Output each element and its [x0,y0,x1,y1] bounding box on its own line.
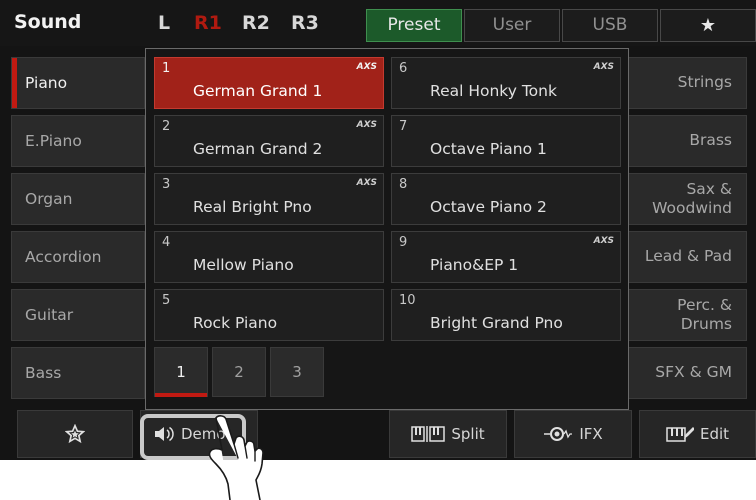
page-title: Sound [14,11,82,33]
category-label: Organ [25,190,73,208]
axs-badge: AXS [593,236,614,246]
axs-badge: AXS [593,62,614,72]
active-indicator [12,58,17,108]
voice-name: Piano&EP 1 [430,256,519,274]
top-bar: Sound L R1 R2 R3 Preset User USB ★ [0,0,756,46]
tapping-hand-icon [208,415,264,500]
active-page-indicator [155,393,207,397]
star-icon [65,424,85,444]
category-label: Sax & Woodwind [652,180,732,219]
voice-number: 10 [399,293,416,308]
category-brass[interactable]: Brass [613,115,747,167]
voice-name: German Grand 2 [193,140,323,158]
voice-name: Octave Piano 1 [430,140,547,158]
voice-name: German Grand 1 [193,82,323,100]
voice-item-2[interactable]: 2 AXS German Grand 2 [154,115,384,167]
sound-screen: Sound L R1 R2 R3 Preset User USB ★ Piano… [0,0,756,460]
registration-l[interactable]: L [158,12,170,34]
category-label: Lead & Pad [644,247,732,266]
category-label: Perc. & Drums [677,296,732,335]
category-label-line2: Woodwind [652,199,732,217]
category-label: Guitar [25,306,74,324]
voice-item-5[interactable]: 5 Rock Piano [154,289,384,341]
tab-preset[interactable]: Preset [366,9,462,42]
voice-name: Rock Piano [193,314,278,332]
voice-number: 7 [399,119,408,134]
category-label-line1: Sax & [686,179,732,198]
voice-list-popup: 1 AXS German Grand 1 2 AXS German Grand … [145,48,629,410]
voice-item-8[interactable]: 8 Octave Piano 2 [391,173,621,225]
edit-button[interactable]: Edit [639,410,756,458]
voice-number: 5 [162,293,171,308]
edit-keyboard-icon [666,427,694,442]
split-label: Split [451,425,485,443]
voice-name: Mellow Piano [193,256,294,274]
axs-badge: AXS [356,120,377,130]
category-organ[interactable]: Organ [11,173,145,225]
category-accordion[interactable]: Accordion [11,231,145,283]
voice-name: Octave Piano 2 [430,198,547,216]
voice-name: Real Honky Tonk [430,82,557,100]
tab-usb[interactable]: USB [562,9,658,42]
category-label: SFX & GM [655,363,732,382]
bottom-toolbar: Demo Split IFX Edit [0,410,756,460]
voice-item-10[interactable]: 10 Bright Grand Pno [391,289,621,341]
page-tab-1[interactable]: 1 [154,347,208,397]
category-label: Piano [25,74,68,92]
ifx-button[interactable]: IFX [514,410,632,458]
category-sfx-gm[interactable]: SFX & GM [613,347,747,399]
tab-favorites[interactable]: ★ [660,9,756,42]
voice-number: 4 [162,235,171,250]
category-lead-pad[interactable]: Lead & Pad [613,231,747,283]
category-piano[interactable]: Piano [11,57,145,109]
voice-number: 1 [162,61,171,76]
page-tab-2[interactable]: 2 [212,347,266,397]
voice-item-7[interactable]: 7 Octave Piano 1 [391,115,621,167]
category-e-piano[interactable]: E.Piano [11,115,145,167]
category-sax-woodwind[interactable]: Sax & Woodwind [613,173,747,225]
voice-item-1[interactable]: 1 AXS German Grand 1 [154,57,384,109]
registration-r1[interactable]: R1 [194,12,222,34]
star-icon: ★ [699,15,717,36]
voice-number: 2 [162,119,171,134]
ifx-label: IFX [579,425,603,443]
split-button[interactable]: Split [389,410,507,458]
page-tab-3[interactable]: 3 [270,347,324,397]
voice-number: 6 [399,61,408,76]
edit-label: Edit [699,425,730,443]
favorite-button[interactable] [17,410,133,458]
axs-badge: AXS [356,62,377,72]
category-strings[interactable]: Strings [613,57,747,109]
category-label: Brass [689,131,732,150]
category-label-line1: Perc. & [677,295,732,314]
voice-name: Bright Grand Pno [430,314,563,332]
tab-user[interactable]: User [464,9,560,42]
voice-number: 9 [399,235,408,250]
category-label: Accordion [25,248,102,266]
page-number: 1 [176,363,186,381]
voice-number: 3 [162,177,171,192]
category-label: Strings [677,73,732,92]
category-label: Bass [25,364,62,382]
registration-r3[interactable]: R3 [291,12,319,34]
category-bass[interactable]: Bass [11,347,145,399]
category-guitar[interactable]: Guitar [11,289,145,341]
knob-icon [544,427,573,441]
keyboard-split-icon [411,426,446,442]
category-perc-drums[interactable]: Perc. & Drums [613,289,747,341]
voice-item-9[interactable]: 9 AXS Piano&EP 1 [391,231,621,283]
category-label: E.Piano [25,132,82,150]
voice-number: 8 [399,177,408,192]
voice-item-4[interactable]: 4 Mellow Piano [154,231,384,283]
voice-name: Real Bright Pno [193,198,312,216]
axs-badge: AXS [356,178,377,188]
page-number: 2 [234,363,244,381]
voice-item-3[interactable]: 3 AXS Real Bright Pno [154,173,384,225]
category-label-line2: Drums [680,315,732,333]
registration-r2[interactable]: R2 [242,12,270,34]
page-number: 3 [292,363,302,381]
voice-item-6[interactable]: 6 AXS Real Honky Tonk [391,57,621,109]
